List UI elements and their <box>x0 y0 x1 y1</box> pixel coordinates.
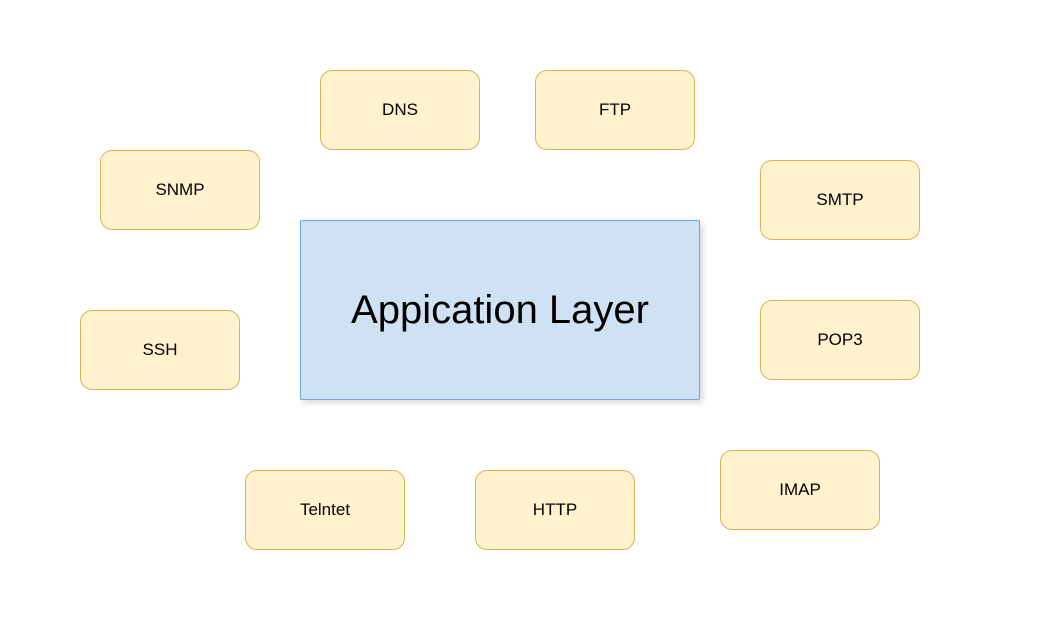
protocol-node-imap[interactable]: IMAP <box>720 450 880 530</box>
protocol-label: SMTP <box>816 190 863 210</box>
protocol-label: IMAP <box>779 480 821 500</box>
protocol-label: SNMP <box>155 180 204 200</box>
protocol-node-smtp[interactable]: SMTP <box>760 160 920 240</box>
protocol-node-pop3[interactable]: POP3 <box>760 300 920 380</box>
diagram-canvas: DNS FTP SNMP SMTP SSH POP3 Telntet HTTP … <box>0 0 1039 629</box>
protocol-label: Telntet <box>300 500 350 520</box>
protocol-label: SSH <box>143 340 178 360</box>
protocol-node-dns[interactable]: DNS <box>320 70 480 150</box>
protocol-node-ftp[interactable]: FTP <box>535 70 695 150</box>
protocol-node-snmp[interactable]: SNMP <box>100 150 260 230</box>
protocol-node-ssh[interactable]: SSH <box>80 310 240 390</box>
center-label: Appication Layer <box>351 288 649 333</box>
center-node-application-layer[interactable]: Appication Layer <box>300 220 700 400</box>
protocol-node-http[interactable]: HTTP <box>475 470 635 550</box>
protocol-label: POP3 <box>817 330 862 350</box>
protocol-label: FTP <box>599 100 631 120</box>
protocol-label: HTTP <box>533 500 577 520</box>
protocol-node-telnet[interactable]: Telntet <box>245 470 405 550</box>
protocol-label: DNS <box>382 100 418 120</box>
